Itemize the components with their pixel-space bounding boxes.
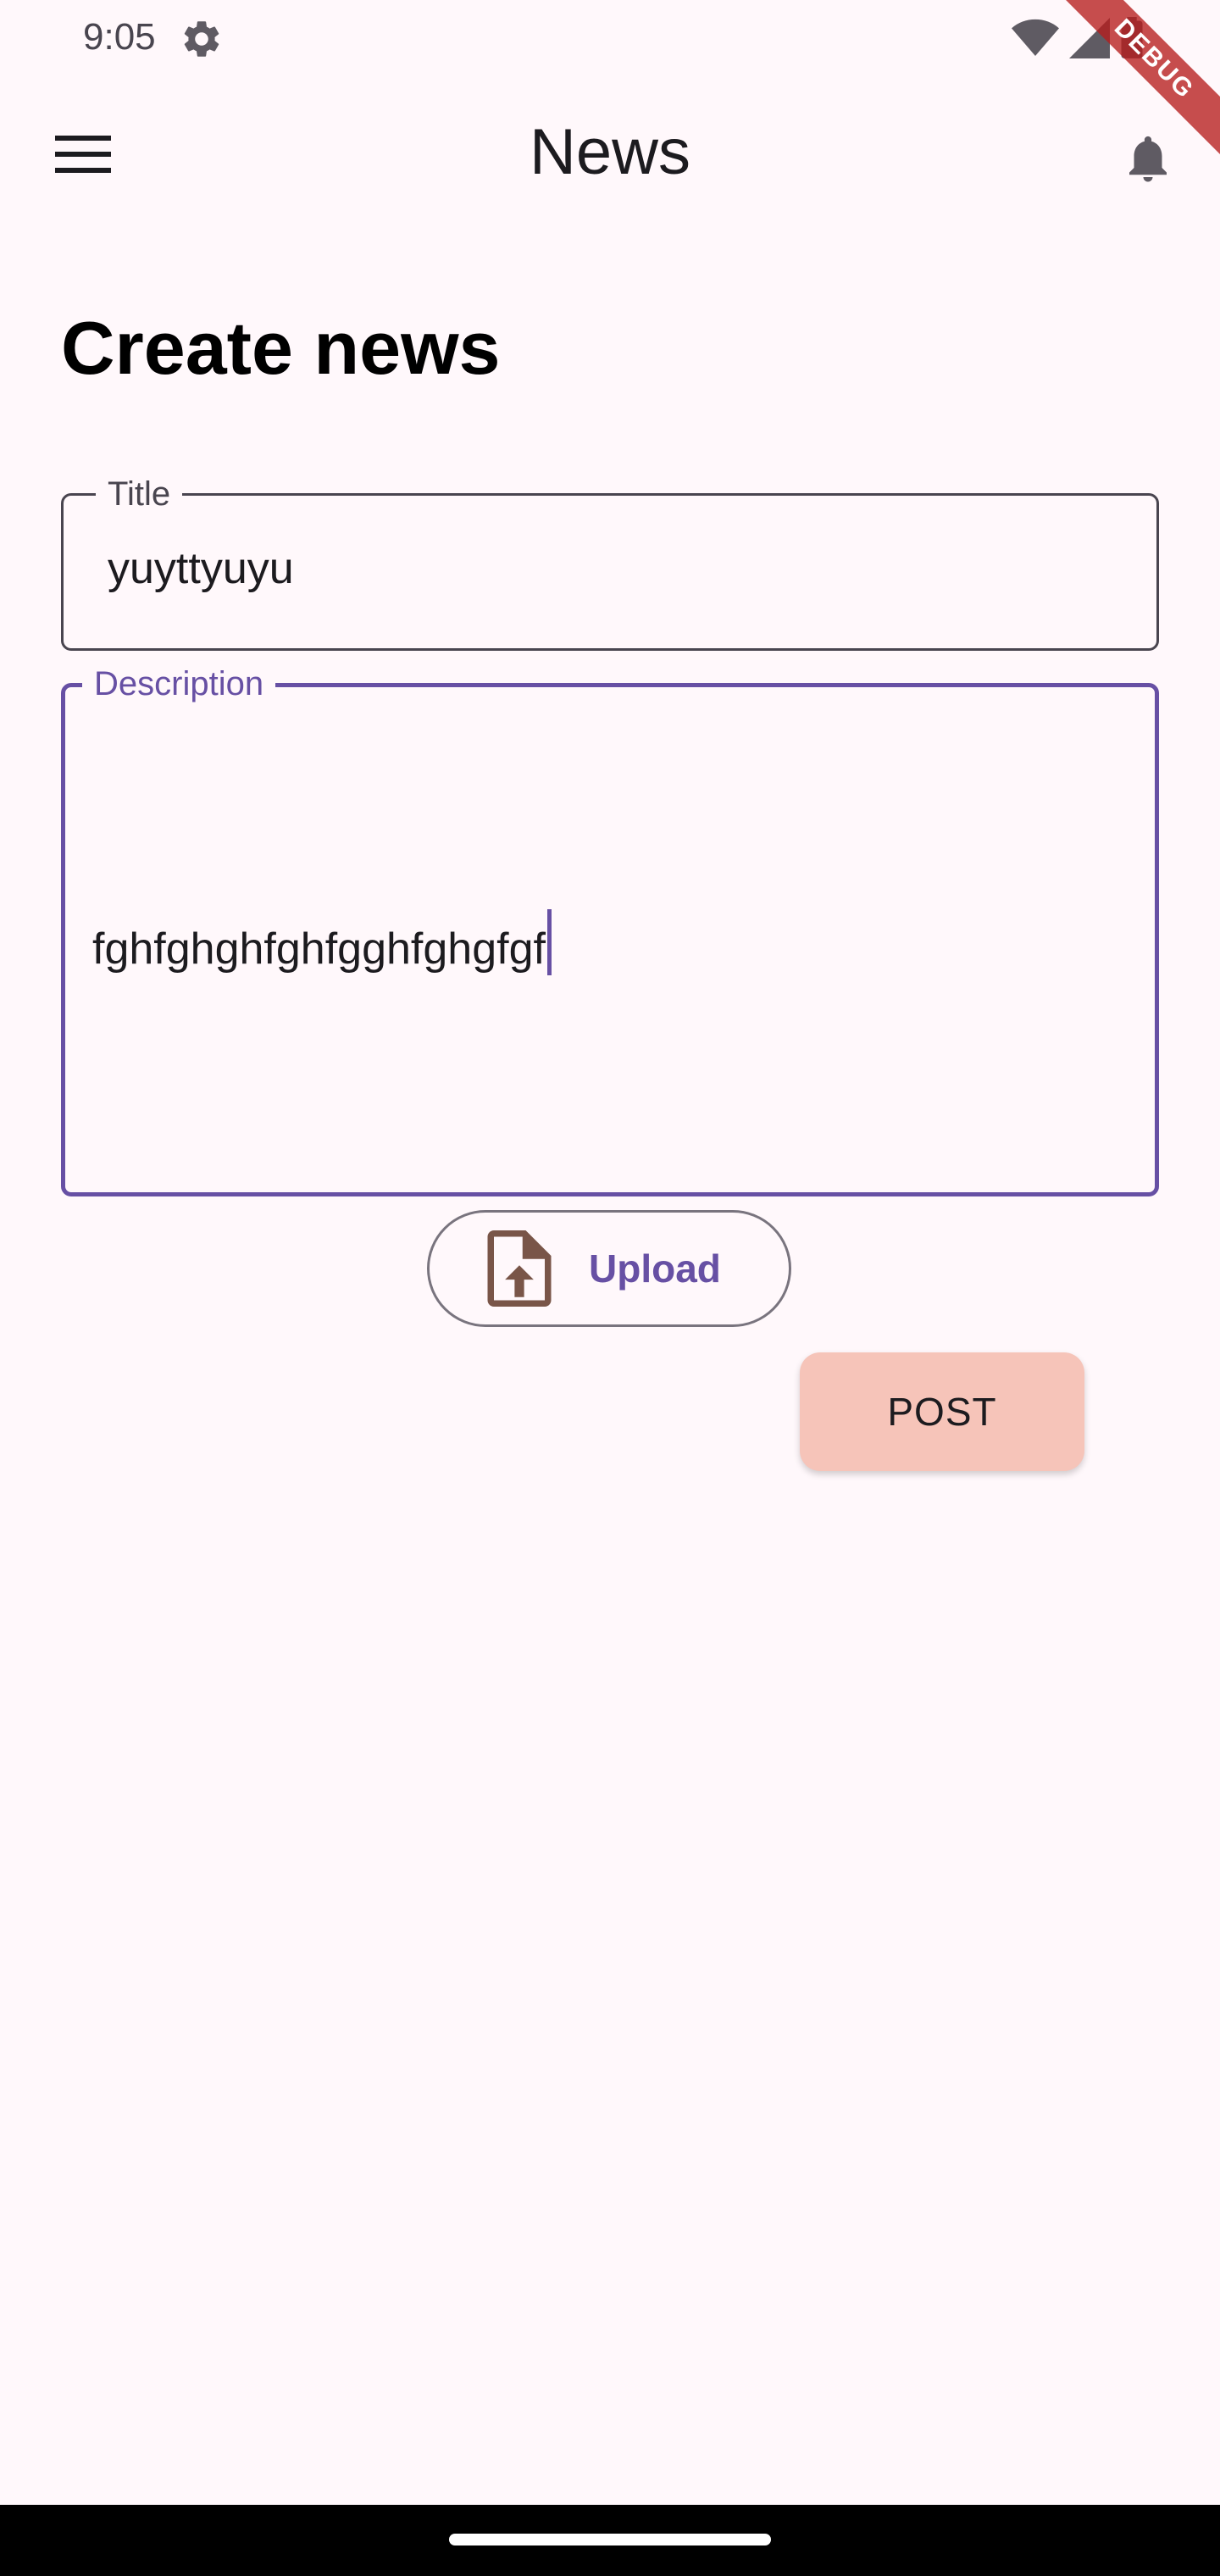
settings-gear-icon	[184, 21, 219, 57]
home-gesture-handle[interactable]	[449, 2534, 771, 2545]
description-field-value-wrap: fghfghghfghfgghfghgfgf	[92, 909, 552, 976]
system-navigation-bar	[0, 2505, 1220, 2576]
wifi-icon	[1012, 19, 1059, 56]
status-icons	[1012, 15, 1144, 61]
upload-button-label: Upload	[589, 1246, 721, 1291]
description-field[interactable]: Description fghfghghfghfgghfghgfgf	[61, 665, 1159, 1196]
title-field[interactable]: Title yuyttyuyu	[61, 475, 1159, 651]
cell-signal-icon	[1069, 18, 1110, 58]
app-bar: News	[0, 76, 1220, 229]
title-field-label: Title	[96, 475, 183, 513]
post-button[interactable]: POST	[800, 1352, 1084, 1471]
bell-icon	[1129, 136, 1167, 182]
status-bar: 9:05	[0, 0, 1220, 76]
text-cursor	[546, 909, 552, 975]
title-field-value: yuyttyuyu	[108, 544, 294, 593]
description-field-value: fghfghghfghfgghfghgfgf	[92, 924, 546, 974]
battery-icon	[1121, 17, 1143, 58]
notifications-button[interactable]	[1110, 120, 1186, 197]
page-heading: Create news	[61, 306, 501, 390]
file-upload-icon	[487, 1230, 552, 1307]
app-title: News	[529, 116, 691, 188]
app-screen: 9:05 DEBUG News Create news Title yuytty…	[0, 0, 1220, 2576]
status-time: 9:05	[83, 16, 156, 58]
description-field-label: Description	[82, 665, 276, 702]
upload-button[interactable]: Upload	[427, 1210, 791, 1327]
